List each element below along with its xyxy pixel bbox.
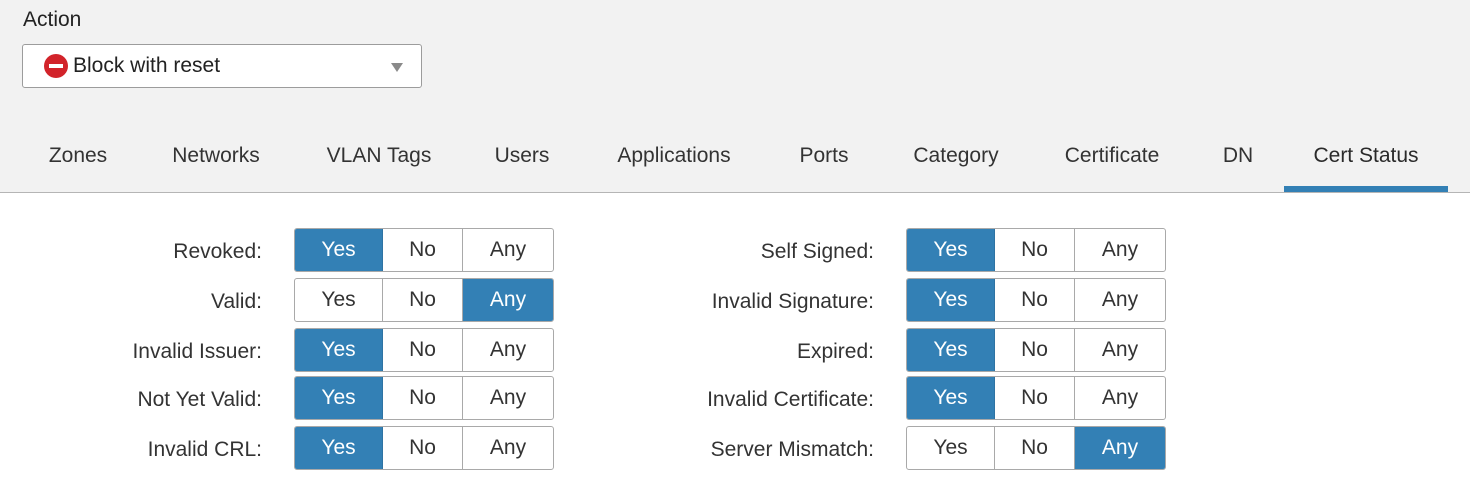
not-yet-valid-no-option[interactable]: No (383, 377, 463, 419)
invalid-crl-label: Invalid CRL: (147, 438, 262, 461)
action-label: Action (23, 8, 82, 31)
revoked-yes-option[interactable]: Yes (295, 229, 383, 271)
not-yet-valid-any-option[interactable]: Any (463, 377, 553, 419)
server-mismatch-no-option[interactable]: No (995, 427, 1075, 469)
server-mismatch-any-option[interactable]: Any (1075, 427, 1165, 469)
invalid-crl-yes-option[interactable]: Yes (295, 427, 383, 469)
invalid-issuer-toggle: Yes No Any (294, 328, 554, 372)
invalid-crl-any-option[interactable]: Any (463, 427, 553, 469)
not-yet-valid-yes-option[interactable]: Yes (295, 377, 383, 419)
revoked-any-option[interactable]: Any (463, 229, 553, 271)
invalid-issuer-yes-option[interactable]: Yes (295, 329, 383, 371)
invalid-crl-toggle: Yes No Any (294, 426, 554, 470)
tab-vlan-tags[interactable]: VLAN Tags (306, 135, 452, 192)
invalid-signature-yes-option[interactable]: Yes (907, 279, 995, 321)
self-signed-toggle: Yes No Any (906, 228, 1166, 272)
invalid-crl-no-option[interactable]: No (383, 427, 463, 469)
invalid-certificate-label: Invalid Certificate: (707, 388, 874, 411)
expired-yes-option[interactable]: Yes (907, 329, 995, 371)
revoked-label: Revoked: (173, 240, 262, 263)
invalid-signature-toggle: Yes No Any (906, 278, 1166, 322)
valid-yes-option[interactable]: Yes (295, 279, 383, 321)
invalid-issuer-label: Invalid Issuer: (132, 340, 262, 363)
invalid-certificate-no-option[interactable]: No (995, 377, 1075, 419)
valid-toggle: Yes No Any (294, 278, 554, 322)
action-dropdown[interactable]: Block with reset (22, 44, 422, 88)
valid-label: Valid: (211, 290, 262, 313)
invalid-issuer-any-option[interactable]: Any (463, 329, 553, 371)
revoked-toggle: Yes No Any (294, 228, 554, 272)
tab-ports[interactable]: Ports (780, 135, 868, 192)
valid-no-option[interactable]: No (383, 279, 463, 321)
action-selected-value: Block with reset (73, 54, 221, 77)
self-signed-label: Self Signed: (760, 240, 874, 263)
expired-toggle: Yes No Any (906, 328, 1166, 372)
expired-no-option[interactable]: No (995, 329, 1075, 371)
chevron-down-icon (391, 63, 403, 72)
revoked-no-option[interactable]: No (383, 229, 463, 271)
expired-any-option[interactable]: Any (1075, 329, 1165, 371)
self-signed-yes-option[interactable]: Yes (907, 229, 995, 271)
valid-any-option[interactable]: Any (463, 279, 553, 321)
expired-label: Expired: (796, 340, 874, 363)
tab-users[interactable]: Users (476, 135, 568, 192)
tab-certificate[interactable]: Certificate (1044, 135, 1180, 192)
invalid-signature-no-option[interactable]: No (995, 279, 1075, 321)
tab-zones[interactable]: Zones (28, 135, 128, 192)
tab-networks[interactable]: Networks (150, 135, 282, 192)
self-signed-any-option[interactable]: Any (1075, 229, 1165, 271)
self-signed-no-option[interactable]: No (995, 229, 1075, 271)
tab-applications[interactable]: Applications (592, 135, 756, 192)
server-mismatch-yes-option[interactable]: Yes (907, 427, 995, 469)
invalid-signature-any-option[interactable]: Any (1075, 279, 1165, 321)
tab-cert-status[interactable]: Cert Status (1284, 135, 1448, 192)
condition-tabs: Zones Networks VLAN Tags Users Applicati… (0, 135, 1470, 193)
invalid-issuer-no-option[interactable]: No (383, 329, 463, 371)
server-mismatch-toggle: Yes No Any (906, 426, 1166, 470)
tab-category[interactable]: Category (892, 135, 1020, 192)
not-yet-valid-label: Not Yet Valid: (137, 388, 262, 411)
block-reset-icon (44, 54, 68, 78)
tab-dn[interactable]: DN (1204, 135, 1272, 192)
server-mismatch-label: Server Mismatch: (710, 438, 874, 461)
action-panel: Action Block with reset Zones Networks V… (0, 0, 1470, 193)
invalid-certificate-any-option[interactable]: Any (1075, 377, 1165, 419)
invalid-signature-label: Invalid Signature: (711, 290, 874, 313)
invalid-certificate-toggle: Yes No Any (906, 376, 1166, 420)
not-yet-valid-toggle: Yes No Any (294, 376, 554, 420)
invalid-certificate-yes-option[interactable]: Yes (907, 377, 995, 419)
